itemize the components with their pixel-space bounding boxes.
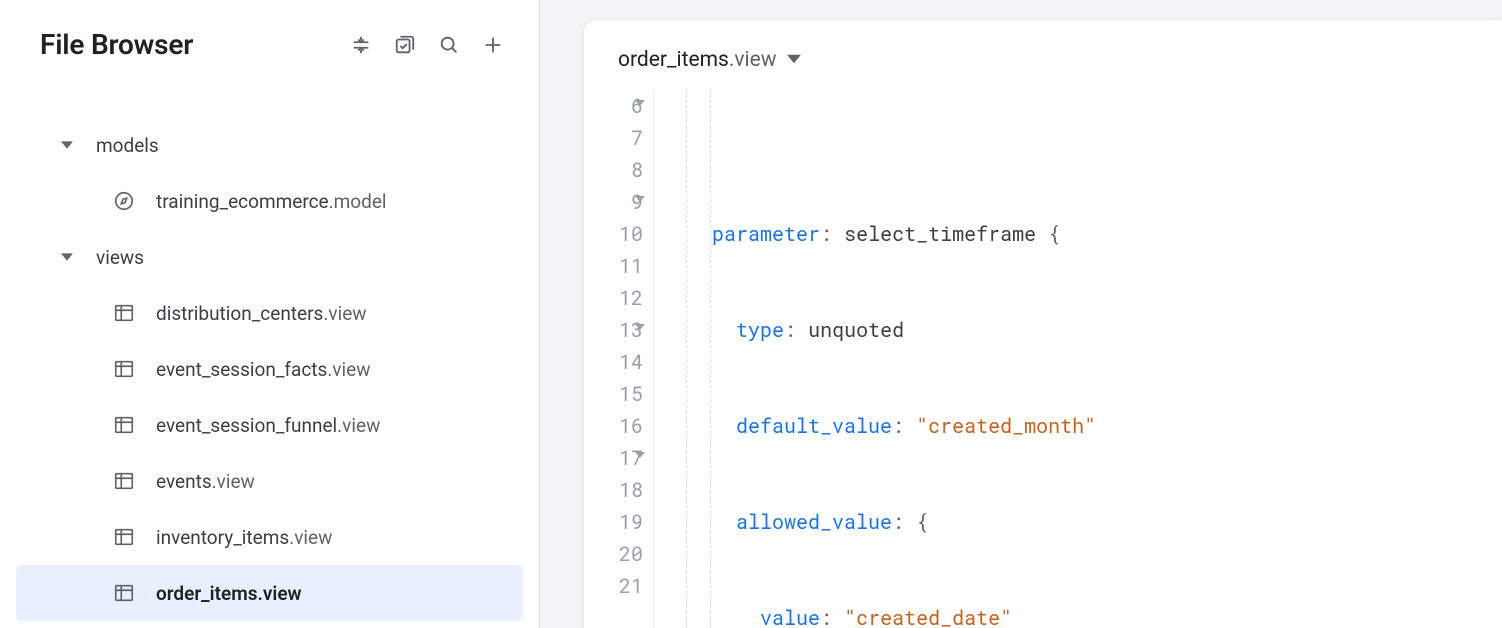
- sidebar-title: File Browser: [40, 28, 193, 61]
- file-order-items[interactable]: order_items.view: [16, 565, 523, 621]
- folder-models[interactable]: models: [0, 117, 539, 173]
- file-tree: models training_ecommerce.model views: [0, 117, 539, 621]
- fold-marker-icon[interactable]: [635, 196, 645, 202]
- file-name: training_ecommerce.model: [156, 190, 387, 213]
- chevron-down-icon[interactable]: [787, 48, 801, 72]
- folder-label: views: [96, 246, 144, 269]
- file-inventory-items[interactable]: inventory_items.view: [16, 509, 523, 565]
- table-icon: [112, 526, 136, 548]
- line-gutter: 6 7 8 9 10 11 12 13 14 15 16 17 18 19 20…: [584, 90, 654, 628]
- table-icon: [112, 582, 136, 604]
- file-name: events.view: [156, 470, 255, 493]
- fold-marker-icon[interactable]: [635, 452, 645, 458]
- fold-marker-icon[interactable]: [635, 100, 645, 106]
- app-root: File Browser m: [0, 0, 1502, 628]
- table-icon: [112, 302, 136, 324]
- fold-marker-icon[interactable]: [635, 324, 645, 330]
- table-icon: [112, 358, 136, 380]
- code-editor[interactable]: 6 7 8 9 10 11 12 13 14 15 16 17 18 19 20…: [584, 90, 1502, 628]
- tab-filename: order_items.view: [618, 48, 777, 72]
- file-training-ecommerce[interactable]: training_ecommerce.model: [16, 173, 523, 229]
- search-icon[interactable]: [435, 31, 463, 59]
- table-icon: [112, 470, 136, 492]
- chevron-down-icon: [60, 139, 74, 151]
- sidebar-actions: [347, 31, 507, 59]
- file-event-session-funnel[interactable]: event_session_funnel.view: [16, 397, 523, 453]
- table-icon: [112, 414, 136, 436]
- chevron-down-icon: [60, 251, 74, 263]
- editor-pane: order_items.view 6 7 8 9 10 11 12 13 14: [540, 0, 1502, 628]
- compass-icon: [112, 190, 136, 212]
- file-name: distribution_centers.view: [156, 302, 367, 325]
- collapse-icon[interactable]: [347, 31, 375, 59]
- file-name: order_items.view: [156, 582, 302, 605]
- add-icon[interactable]: [479, 31, 507, 59]
- code-content[interactable]: parameter: select_timeframe { type: unqu…: [654, 90, 1096, 628]
- bulk-select-icon[interactable]: [391, 31, 419, 59]
- file-name: event_session_funnel.view: [156, 414, 380, 437]
- file-distribution-centers[interactable]: distribution_centers.view: [16, 285, 523, 341]
- editor-card: order_items.view 6 7 8 9 10 11 12 13 14: [584, 20, 1502, 628]
- editor-tab[interactable]: order_items.view: [584, 20, 1502, 90]
- file-browser-sidebar: File Browser m: [0, 0, 540, 628]
- folder-label: models: [96, 134, 159, 157]
- file-name: inventory_items.view: [156, 526, 332, 549]
- file-name: event_session_facts.view: [156, 358, 371, 381]
- folder-views[interactable]: views: [0, 229, 539, 285]
- file-events[interactable]: events.view: [16, 453, 523, 509]
- file-event-session-facts[interactable]: event_session_facts.view: [16, 341, 523, 397]
- sidebar-header: File Browser: [0, 28, 539, 61]
